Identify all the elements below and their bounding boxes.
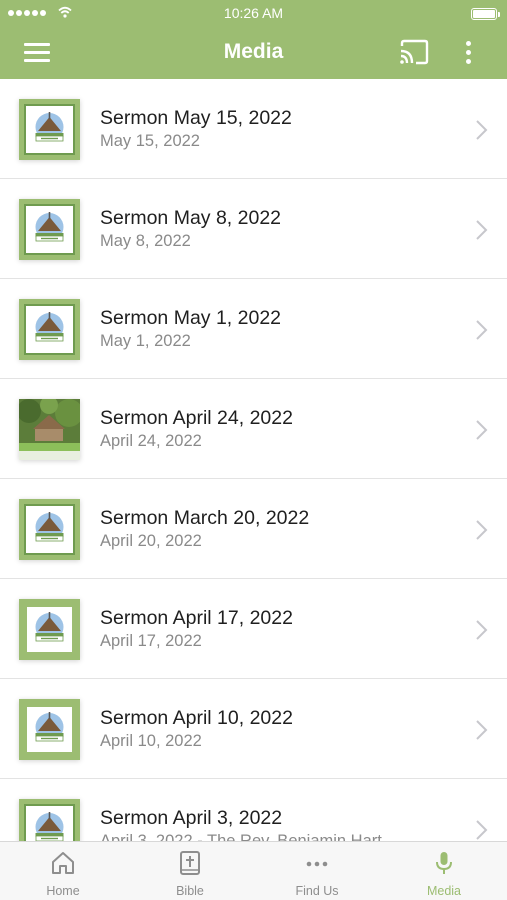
chevron-right-icon bbox=[476, 820, 488, 840]
tab-bible[interactable]: Bible bbox=[127, 842, 253, 900]
podcast-thumbnail bbox=[19, 99, 80, 160]
podcast-thumbnail bbox=[19, 499, 80, 560]
cast-icon[interactable] bbox=[398, 38, 430, 66]
podcast-thumbnail bbox=[19, 699, 80, 760]
chevron-right-icon bbox=[476, 320, 488, 340]
church-logo-icon bbox=[35, 612, 64, 642]
tab-label: Home bbox=[46, 884, 80, 898]
church-logo-icon bbox=[35, 312, 64, 342]
church-photo-image bbox=[19, 399, 80, 460]
item-title: Sermon April 10, 2022 bbox=[100, 707, 293, 729]
tab-home[interactable]: Home bbox=[0, 842, 126, 900]
media-list-item[interactable]: Sermon April 3, 2022 April 3, 2022 - The… bbox=[0, 779, 507, 841]
podcast-thumbnail bbox=[19, 199, 80, 260]
more-dots-icon bbox=[306, 861, 328, 867]
chevron-right-icon bbox=[476, 220, 488, 240]
media-list-item[interactable]: Sermon April 10, 2022 April 10, 2022 bbox=[0, 679, 507, 779]
page-title: Media bbox=[223, 40, 284, 63]
chevron-right-icon bbox=[476, 520, 488, 540]
tab-label: Media bbox=[426, 884, 462, 898]
app-header: 10:26 AM Media bbox=[0, 0, 507, 79]
media-list-item[interactable]: Sermon April 17, 2022 April 17, 2022 bbox=[0, 579, 507, 679]
item-subtitle: May 1, 2022 bbox=[100, 332, 191, 350]
item-title: Sermon March 20, 2022 bbox=[100, 507, 310, 529]
item-title: Sermon May 8, 2022 bbox=[100, 207, 282, 229]
home-icon bbox=[52, 852, 74, 874]
church-logo-icon bbox=[35, 512, 64, 542]
tab-label: Find Us bbox=[295, 884, 339, 898]
item-title: Sermon April 24, 2022 bbox=[100, 407, 293, 429]
chevron-right-icon bbox=[476, 420, 488, 440]
item-subtitle: April 24, 2022 bbox=[100, 432, 202, 450]
media-list-item[interactable]: Sermon May 8, 2022 May 8, 2022 bbox=[0, 179, 507, 279]
church-logo-icon bbox=[35, 712, 64, 742]
item-subtitle: April 17, 2022 bbox=[100, 632, 202, 650]
item-subtitle: May 8, 2022 bbox=[100, 232, 191, 250]
item-title: Sermon May 15, 2022 bbox=[100, 107, 292, 129]
item-subtitle: April 10, 2022 bbox=[100, 732, 202, 750]
microphone-icon bbox=[436, 852, 452, 874]
media-list-item[interactable]: Sermon March 20, 2022 April 20, 2022 bbox=[0, 479, 507, 579]
media-list-item[interactable]: Sermon April 24, 2022 April 24, 2022 bbox=[0, 379, 507, 479]
tab-media[interactable]: Media bbox=[381, 842, 507, 900]
podcast-thumbnail bbox=[19, 799, 80, 841]
status-time: 10:26 AM bbox=[223, 5, 284, 21]
church-logo-icon bbox=[35, 812, 64, 841]
item-title: Sermon May 1, 2022 bbox=[100, 307, 282, 329]
item-subtitle: April 20, 2022 bbox=[100, 532, 202, 550]
church-photo-thumbnail bbox=[19, 399, 80, 460]
bible-icon bbox=[180, 851, 200, 875]
chevron-right-icon bbox=[476, 720, 488, 740]
tab-label: Bible bbox=[176, 884, 204, 898]
chevron-right-icon bbox=[476, 620, 488, 640]
status-bar: 10:26 AM bbox=[0, 0, 507, 28]
church-logo-icon bbox=[35, 112, 64, 142]
media-list: Sermon May 15, 2022 May 15, 2022 Sermon … bbox=[0, 79, 507, 841]
chevron-right-icon bbox=[476, 120, 488, 140]
podcast-thumbnail bbox=[19, 599, 80, 660]
more-options-button[interactable] bbox=[458, 38, 478, 68]
podcast-thumbnail bbox=[19, 299, 80, 360]
tab-find-us[interactable]: Find Us bbox=[254, 842, 380, 900]
media-list-item[interactable]: Sermon May 15, 2022 May 15, 2022 bbox=[0, 79, 507, 179]
battery-icon bbox=[471, 8, 500, 20]
item-subtitle: May 15, 2022 bbox=[100, 132, 200, 150]
item-title: Sermon April 3, 2022 bbox=[100, 807, 283, 829]
item-subtitle: April 3, 2022 - The Rev. Benjamin Hart bbox=[100, 832, 382, 841]
item-title: Sermon April 17, 2022 bbox=[100, 607, 293, 629]
tab-bar: Home Bible Find Us Media bbox=[0, 841, 507, 900]
church-logo-icon bbox=[35, 212, 64, 242]
media-list-item[interactable]: Sermon May 1, 2022 May 1, 2022 bbox=[0, 279, 507, 379]
